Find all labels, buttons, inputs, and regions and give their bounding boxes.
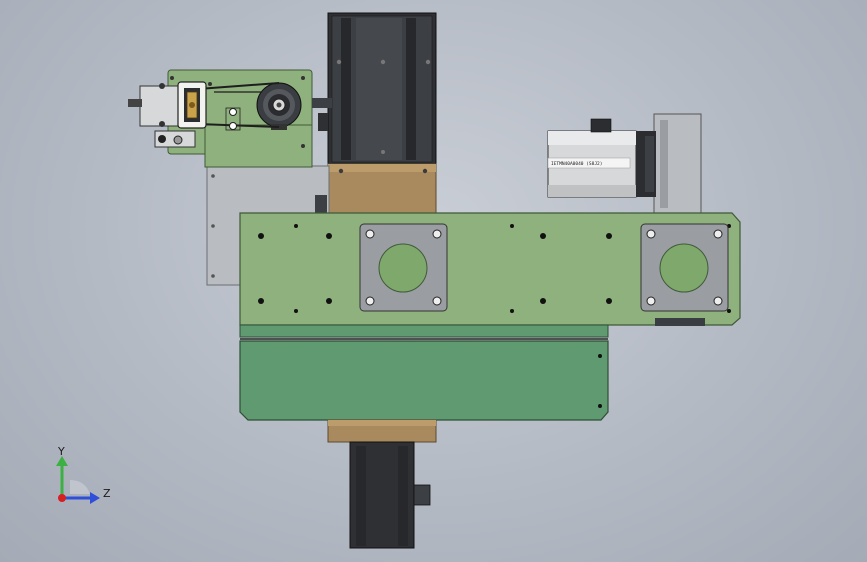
coordinate-triad: Y Z [56,445,111,504]
z-axis-label: Z [103,487,111,500]
motor-label-text: IETMN40A0040 (S8J2) [551,161,602,167]
z-axis-arrowhead-icon [90,492,100,504]
bearing-housing-right [640,223,729,312]
bottom-linear-actuator [327,419,437,549]
shaft-collar [318,113,328,131]
x-axis-origin-icon [58,494,66,502]
shaft-stub [312,98,332,108]
lower-green-panel [239,324,609,421]
y-axis-label: Y [57,445,65,458]
bearing-housing-left [359,223,448,312]
servo-motor[interactable]: IETMN40A0040 (S8J2) [547,113,702,215]
cad-viewport[interactable]: IETMN40A0040 (S8J2) Y Z [0,0,867,562]
brass-carriage [327,163,437,215]
